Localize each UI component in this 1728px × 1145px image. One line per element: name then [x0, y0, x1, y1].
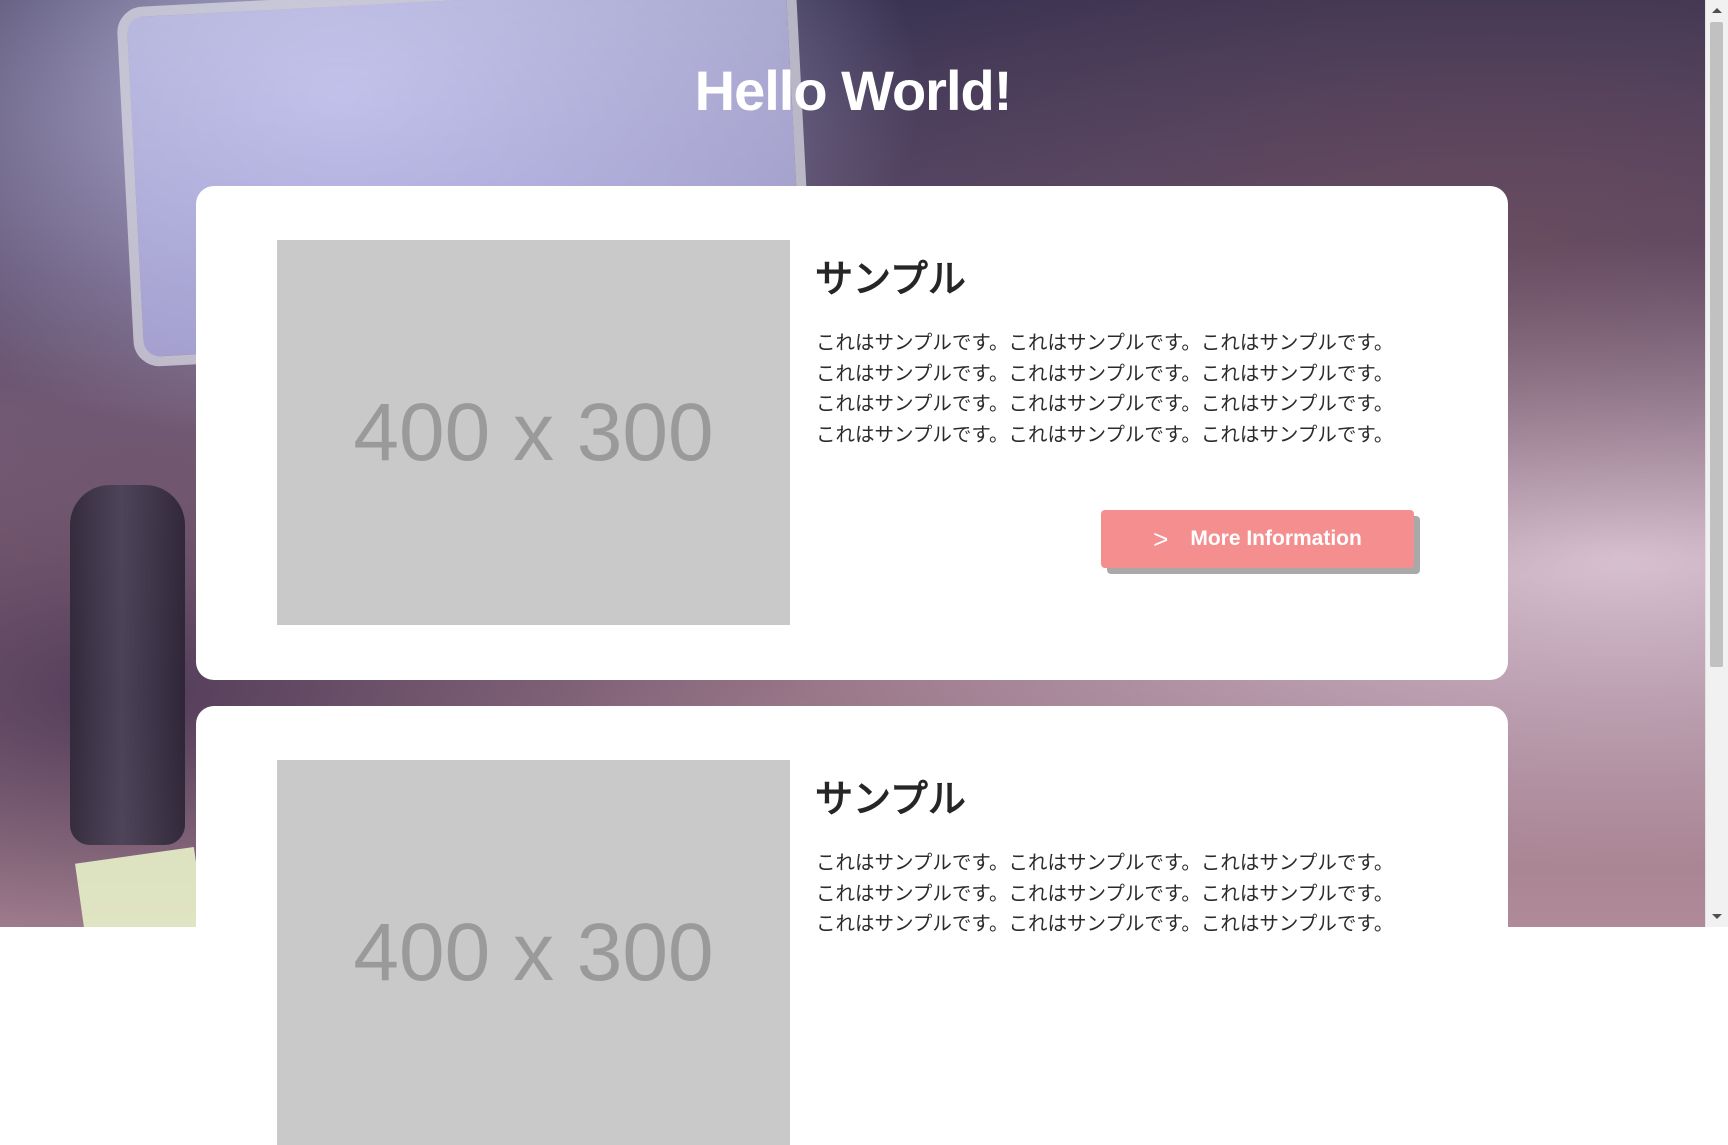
card-text-line: これはサンプルです。これはサンプルです。これはサンプルです。 — [816, 912, 1394, 935]
card-text-line: これはサンプルです。これはサンプルです。これはサンプルです。 — [816, 851, 1394, 874]
scroll-up-arrow-icon[interactable] — [1712, 8, 1722, 13]
cup-image — [70, 485, 185, 845]
page-title: Hello World! — [694, 59, 1013, 122]
chevron-right-icon: > — [1153, 523, 1169, 554]
card-text-line: これはサンプルです。これはサンプルです。これはサンプルです。 — [816, 881, 1394, 905]
scrollbar-thumb[interactable] — [1710, 22, 1723, 667]
vertical-scrollbar[interactable] — [1705, 0, 1728, 927]
card-description: これはサンプルです。これはサンプルです。これはサンプルです。 これはサンプルです… — [816, 848, 1436, 940]
card-text-line: これはサンプルです。これはサンプルです。これはサンプルです。 — [816, 392, 1394, 415]
more-information-label: More Information — [1190, 527, 1362, 550]
info-card: 400 x 300 サンプル これはサンプルです。これはサンプルです。これはサン… — [196, 186, 1508, 680]
card-description: これはサンプルです。これはサンプルです。これはサンプルです。 これはサンプルです… — [816, 328, 1436, 450]
card-text-line: これはサンプルです。これはサンプルです。これはサンプルです。 — [816, 331, 1394, 354]
image-placeholder: 400 x 300 — [277, 240, 790, 625]
scroll-down-arrow-icon[interactable] — [1712, 914, 1722, 919]
card-title: サンプル — [815, 257, 966, 301]
more-information-button[interactable]: > More Information — [1101, 510, 1414, 568]
card-title: サンプル — [815, 777, 966, 821]
info-card: 400 x 300 サンプル これはサンプルです。これはサンプルです。これはサン… — [196, 706, 1508, 1145]
image-placeholder: 400 x 300 — [277, 760, 790, 1145]
notepad-image — [75, 847, 205, 927]
card-text-line: これはサンプルです。これはサンプルです。これはサンプルです。 — [816, 361, 1394, 385]
card-text-line: これはサンプルです。これはサンプルです。これはサンプルです。 — [816, 422, 1394, 446]
